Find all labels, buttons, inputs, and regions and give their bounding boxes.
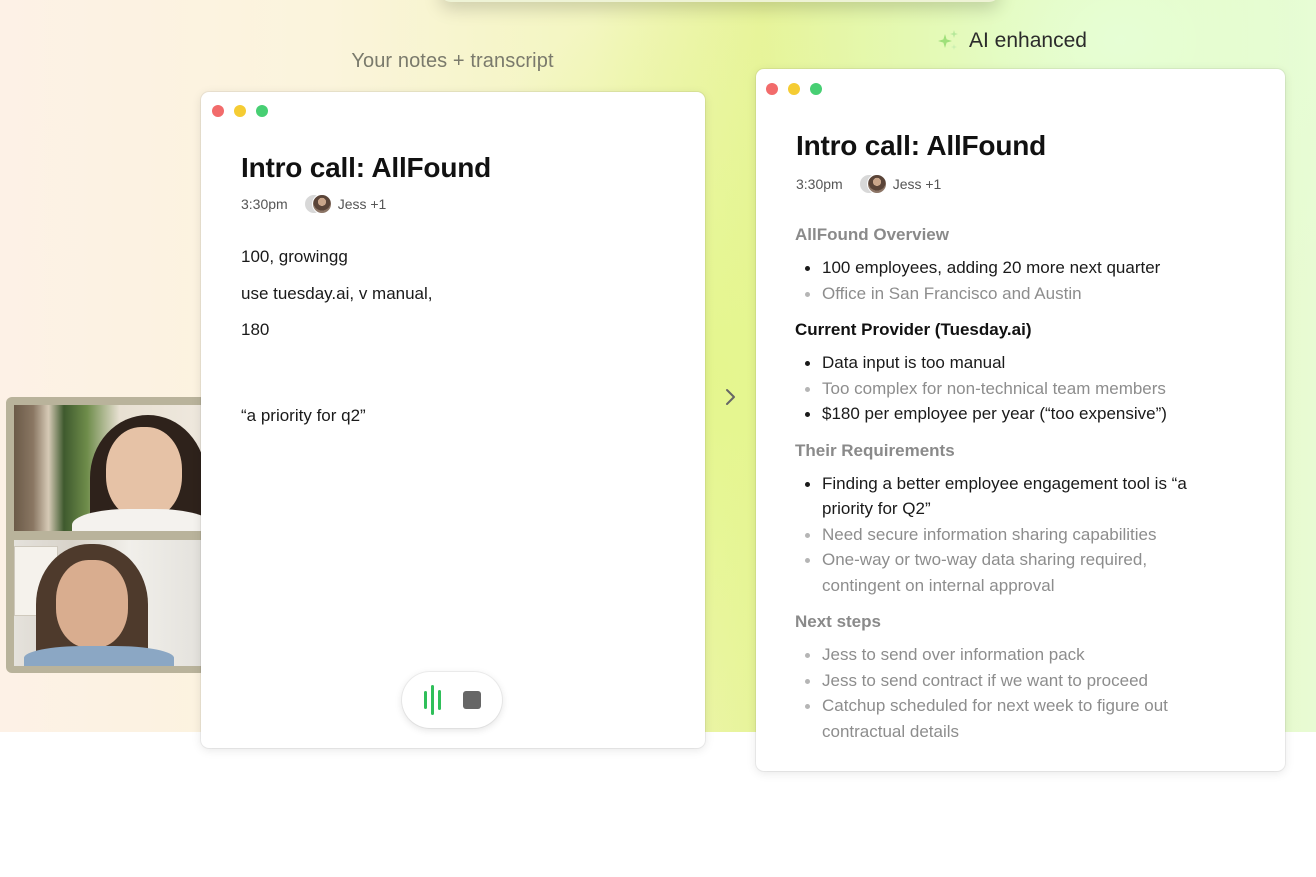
window-controls <box>212 105 268 117</box>
maximize-button[interactable] <box>256 105 268 117</box>
meeting-meta: 3:30pm Jess +1 <box>241 194 386 214</box>
video-participant-1 <box>14 405 206 531</box>
minimize-button[interactable] <box>788 83 800 95</box>
attendees-label[interactable]: Jess +1 <box>893 176 942 192</box>
list-item: Too complex for non-technical team membe… <box>795 376 1255 402</box>
attendees-label[interactable]: Jess +1 <box>338 196 387 212</box>
bullet-list: Jess to send over information pack Jess … <box>795 642 1255 744</box>
ai-enhanced-label: AI enhanced <box>969 29 1087 52</box>
list-item: Need secure information sharing capabili… <box>795 522 1255 548</box>
bullet-list: Finding a better employee engagement too… <box>795 471 1255 599</box>
bullet-list: Data input is too manual Too complex for… <box>795 350 1255 427</box>
close-button[interactable] <box>766 83 778 95</box>
avatar <box>311 194 332 214</box>
list-item: Office in San Francisco and Austin <box>795 281 1255 307</box>
sparkle-icon <box>938 30 958 50</box>
ai-enhanced-caption: AI enhanced <box>935 28 1087 54</box>
note-title: Intro call: AllFound <box>796 130 1047 161</box>
note-line: 100, growingg <box>241 247 348 266</box>
meeting-time: 3:30pm <box>241 196 288 212</box>
bullet-list: 100 employees, adding 20 more next quart… <box>795 255 1255 306</box>
note-line: 180 <box>241 320 270 339</box>
waveform-icon[interactable] <box>423 685 441 715</box>
list-item: Data input is too manual <box>795 350 1255 376</box>
enhanced-notes-window: Intro call: AllFound 3:30pm Jess +1 AllF… <box>756 69 1285 771</box>
section-heading: Current Provider (Tuesday.ai) <box>795 320 1032 339</box>
maximize-button[interactable] <box>810 83 822 95</box>
recording-controls <box>402 672 502 728</box>
minimize-button[interactable] <box>234 105 246 117</box>
list-item: Finding a better employee engagement too… <box>795 471 1205 522</box>
list-item: One-way or two-way data sharing required… <box>795 547 1205 598</box>
note-title: Intro call: AllFound <box>241 152 492 183</box>
list-item: Jess to send over information pack <box>795 642 1255 668</box>
chevron-right-icon <box>726 389 735 405</box>
section-heading: Their Requirements <box>795 440 955 460</box>
enhanced-notes: AllFound Overview 100 employees, adding … <box>795 225 1255 758</box>
list-item: 100 employees, adding 20 more next quart… <box>795 255 1255 281</box>
notes-caption: Your notes + transcript <box>351 50 554 72</box>
meeting-meta: 3:30pm Jess +1 <box>796 174 941 194</box>
list-item: Catchup scheduled for next week to figur… <box>795 693 1195 744</box>
offscreen-window-edge <box>440 0 1000 2</box>
section-heading: Next steps <box>795 612 881 631</box>
list-item: $180 per employee per year (“too expensi… <box>795 401 1255 427</box>
stop-icon[interactable] <box>462 691 481 709</box>
video-participant-2 <box>14 540 206 666</box>
note-quote: “a priority for q2” <box>241 406 366 425</box>
meeting-time: 3:30pm <box>796 176 843 192</box>
notes-window: Intro call: AllFound 3:30pm Jess +1 100,… <box>201 92 705 748</box>
window-controls <box>766 83 822 95</box>
close-button[interactable] <box>212 105 224 117</box>
raw-notes[interactable]: 100, growingg use tuesday.ai, v manual, … <box>241 246 433 356</box>
attendee-avatars[interactable] <box>858 174 887 194</box>
section-heading: AllFound Overview <box>795 225 949 244</box>
note-line: use tuesday.ai, v manual, <box>241 283 433 303</box>
avatar <box>866 174 887 194</box>
attendee-avatars[interactable] <box>303 194 332 214</box>
list-item: Jess to send contract if we want to proc… <box>795 668 1255 694</box>
video-call-panel <box>6 397 206 673</box>
